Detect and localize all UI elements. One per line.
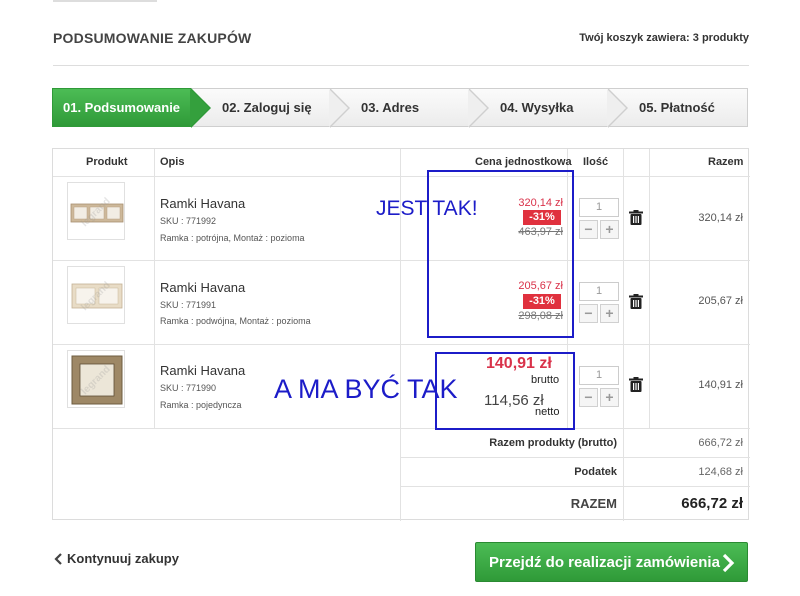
trash-icon[interactable] <box>629 210 643 225</box>
chevron-left-icon <box>54 553 62 565</box>
step-label: 04. Wysyłka <box>500 100 574 115</box>
product-sku: SKU : 771992 <box>160 216 217 226</box>
step-payment[interactable]: 05. Płatność <box>608 88 748 127</box>
product-attributes: Ramka : potrójna, Montaż : pozioma <box>160 233 305 243</box>
annotation-expected-label: A MA BYĆ TAK <box>274 374 458 404</box>
product-thumbnail[interactable]: legrand <box>67 266 125 324</box>
product-thumbnail[interactable]: legrand <box>67 182 125 240</box>
price-brutto: 140,91 zł <box>486 355 552 372</box>
summary-tax-label: Podatek <box>574 466 617 478</box>
step-label: 03. Adres <box>361 100 420 115</box>
grand-total-value: 666,72 zł <box>681 495 743 512</box>
price-netto-label: netto <box>535 406 560 418</box>
page-header: PODSUMOWANIE ZAKUPÓW Twój koszyk zawiera… <box>53 30 749 50</box>
row-total: 320,14 zł <box>698 212 743 224</box>
col-header-description: Opis <box>160 156 185 168</box>
grand-total-label: RAZEM <box>570 496 617 511</box>
price-brutto-label: brutto <box>531 374 560 386</box>
chevron-right-icon <box>722 553 735 573</box>
trash-icon[interactable] <box>629 377 643 392</box>
cart-count: Twój koszyk zawiera: 3 produkty <box>579 32 749 44</box>
quantity-decrease-button[interactable]: − <box>579 304 598 323</box>
quantity-decrease-button[interactable]: − <box>579 220 598 239</box>
step-summary[interactable]: 01. Podsumowanie <box>52 88 211 128</box>
summary-products-value: 666,72 zł <box>698 437 743 449</box>
checkout-button[interactable]: Przejdź do realizacji zamówienia <box>475 542 748 582</box>
product-attributes: Ramka : podwójna, Montaż : pozioma <box>160 316 311 326</box>
product-name[interactable]: Ramki Havana <box>160 280 245 295</box>
summary-tax-value: 124,68 zł <box>698 466 743 478</box>
quantity-input[interactable]: 1 <box>579 198 619 217</box>
product-name[interactable]: Ramki Havana <box>160 363 245 378</box>
quantity-decrease-button[interactable]: − <box>579 388 598 407</box>
page-title: PODSUMOWANIE ZAKUPÓW <box>53 30 252 46</box>
step-login[interactable]: 02. Zaloguj się <box>191 88 350 128</box>
step-label: 05. Płatność <box>639 100 715 115</box>
product-thumbnail[interactable]: legrand <box>67 350 125 408</box>
col-header-unit-price: Cena jednostkowa <box>475 156 572 168</box>
top-tab-fragment <box>53 0 157 2</box>
step-label: 02. Zaloguj się <box>222 100 312 115</box>
col-header-quantity: Ilość <box>583 156 609 168</box>
row-total: 205,67 zł <box>698 295 743 307</box>
continue-shopping-link[interactable]: Kontynuuj zakupy <box>67 551 179 566</box>
quantity-increase-button[interactable]: + <box>600 220 619 239</box>
trash-icon[interactable] <box>629 294 643 309</box>
step-label: 01. Podsumowanie <box>63 100 181 115</box>
checkout-steps: 01. Podsumowanie 02. Zaloguj się 03. Adr… <box>52 88 748 128</box>
header-divider <box>53 65 749 66</box>
checkout-button-label: Przejdź do realizacji zamówienia <box>489 554 720 571</box>
quantity-input[interactable]: 1 <box>579 282 619 301</box>
annotation-box-current <box>427 170 574 338</box>
col-header-product: Produkt <box>86 156 128 168</box>
step-address[interactable]: 03. Adres <box>330 88 489 128</box>
quantity-increase-button[interactable]: + <box>600 388 619 407</box>
step-shipping[interactable]: 04. Wysyłka <box>469 88 628 128</box>
product-attributes: Ramka : pojedyncza <box>160 400 242 410</box>
product-sku: SKU : 771991 <box>160 300 217 310</box>
row-total: 140,91 zł <box>698 379 743 391</box>
col-header-total: Razem <box>708 156 744 168</box>
product-name[interactable]: Ramki Havana <box>160 196 245 211</box>
quantity-increase-button[interactable]: + <box>600 304 619 323</box>
product-sku: SKU : 771990 <box>160 383 217 393</box>
annotation-current-label: JEST TAK! <box>376 197 478 220</box>
quantity-input[interactable]: 1 <box>579 366 619 385</box>
summary-products-label: Razem produkty (brutto) <box>489 437 617 449</box>
